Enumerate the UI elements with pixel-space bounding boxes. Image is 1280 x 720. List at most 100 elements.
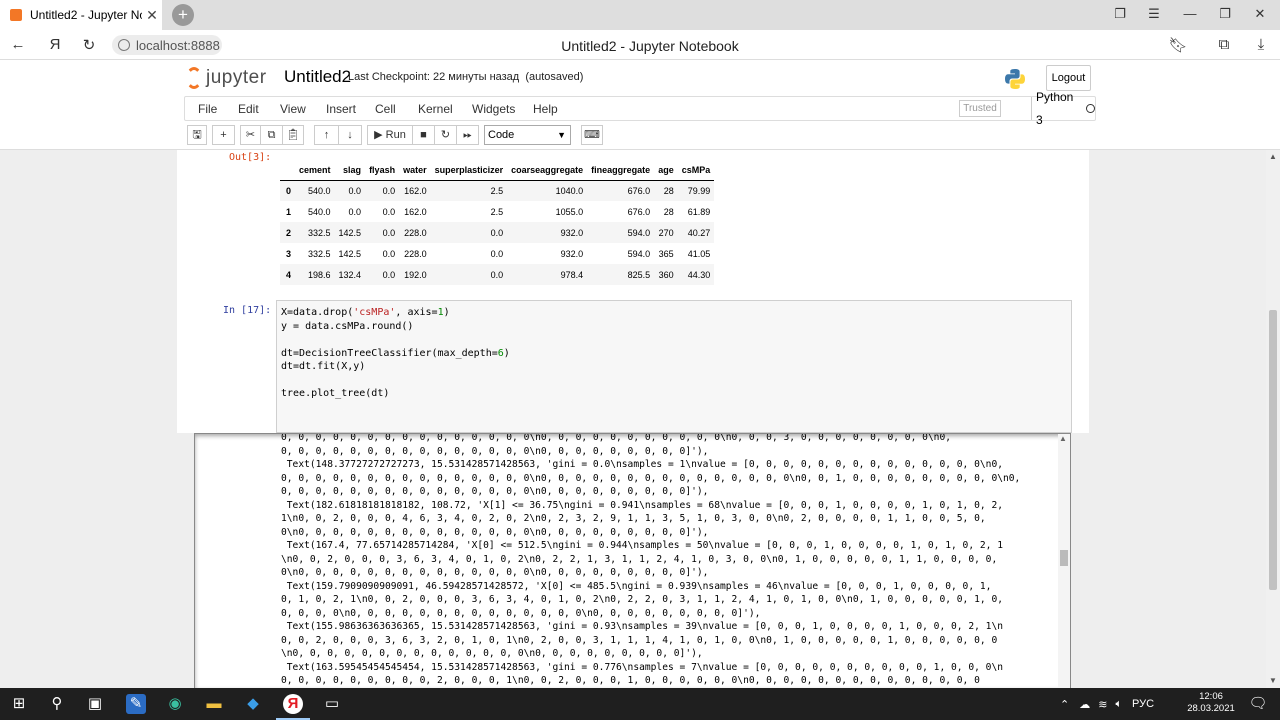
cut-icon[interactable]: ✂	[240, 125, 260, 145]
file-explorer-icon[interactable]: ▬	[204, 694, 224, 714]
trusted-indicator[interactable]: Trusted	[959, 100, 1001, 117]
restore-icon[interactable]: ❐	[1214, 6, 1236, 24]
output-line: 0, 0, 0, 0, 0, 0, 0, 0, 0, 2, 0, 0, 0, 1…	[281, 675, 980, 686]
task-view-icon[interactable]: ▣	[85, 694, 105, 714]
save-icon[interactable]: 🖫︎	[187, 125, 207, 145]
show-hidden-icons-icon[interactable]: ⌃	[1060, 698, 1069, 711]
terminal-icon[interactable]: ▭	[322, 694, 342, 714]
move-down-icon[interactable]: ↓	[338, 125, 362, 145]
table-cell: 594.0	[627, 227, 651, 238]
table-cell: 142.5	[338, 227, 362, 238]
table-cell: 360	[658, 269, 674, 280]
minimize-icon[interactable]: —	[1179, 6, 1201, 24]
table-cell: 162.0	[404, 185, 427, 196]
checkpoint-text: Last Checkpoint: 22 минуты назад	[348, 71, 520, 83]
code-string: 'csMPa'	[353, 307, 396, 318]
command-palette-icon[interactable]: ⌨	[581, 125, 603, 145]
browser-tab[interactable]: Untitled2 - Jupyter Not ✕	[0, 0, 162, 30]
output-line: Text(159.7909090909091, 46.5942857142857…	[281, 580, 992, 592]
insert-cell-button[interactable]: +	[212, 125, 235, 145]
column-header	[280, 160, 296, 181]
table-cell: 1055.0	[555, 206, 584, 217]
table-cell: 28	[663, 185, 674, 196]
output-scrollbar-thumb[interactable]	[1060, 550, 1068, 566]
menu-file[interactable]: File	[198, 102, 217, 116]
edge-icon[interactable]: ◉	[165, 694, 185, 714]
table-row: 3 332.5 142.5 0.0 228.0 0.0 932.0 594.0 365 41.05	[280, 243, 714, 264]
restart-icon[interactable]: ↻	[434, 125, 456, 145]
row-index: 2	[286, 227, 292, 238]
table-cell: 0.0	[348, 206, 362, 217]
table-cell: 594.0	[627, 248, 651, 259]
output-line: 0, 1, 0, 2, 1\n0, 0, 2, 0, 0, 0, 3, 6, 3…	[281, 594, 1003, 605]
menu-cell[interactable]: Cell	[375, 102, 396, 116]
vscode-icon[interactable]: ◆	[243, 694, 263, 714]
row-index: 0	[286, 185, 292, 196]
table-cell: 192.0	[404, 269, 427, 280]
collections-icon[interactable]: ⧉	[1214, 36, 1234, 54]
jupyter-favicon-icon	[10, 9, 22, 21]
jupyter-logo-icon	[186, 67, 202, 89]
menu-widgets[interactable]: Widgets	[472, 102, 515, 116]
notebook-name[interactable]: Untitled2	[284, 67, 351, 87]
yandex-browser-icon[interactable]: Я	[283, 694, 303, 714]
table-row: 1 540.0 0.0 0.0 162.0 2.5 1055.0 676.0 28 61.89	[280, 201, 714, 222]
output-line: \n0, 0, 0, 0, 0, 0, 0, 0, 0, 0, 0, 0, 0,…	[281, 648, 703, 659]
table-cell: 270	[658, 227, 674, 238]
paste-icon[interactable]: 📋︎	[282, 125, 304, 145]
page-scrollbar-thumb[interactable]	[1269, 310, 1277, 590]
table-cell: 332.5	[308, 227, 331, 238]
page-scrollbar[interactable]: ▲ ▼	[1266, 150, 1280, 688]
out-prompt: Out[3]:	[229, 152, 272, 163]
restart-run-all-icon[interactable]: ⏩︎	[456, 125, 479, 145]
scroll-up-icon[interactable]: ▲	[1269, 152, 1277, 161]
download-icon[interactable]: ⤓	[1251, 36, 1271, 54]
table-cell: 2.5	[490, 206, 504, 217]
menu-insert[interactable]: Insert	[326, 102, 356, 116]
table-cell: 0.0	[490, 227, 504, 238]
code-line: y = data.csMPa.round()	[281, 320, 414, 332]
menu-kernel[interactable]: Kernel	[418, 102, 453, 116]
clock[interactable]: 12:06 28.03.2021	[1186, 691, 1236, 715]
kernel-indicator[interactable]: Python 3	[1031, 90, 1095, 127]
jupyter-logo[interactable]: jupyter	[186, 66, 267, 90]
kernel-name: Python 3	[1036, 89, 1074, 127]
menu-view[interactable]: View	[280, 102, 306, 116]
cell-type-select[interactable]: Code ▼	[484, 125, 571, 145]
move-up-icon[interactable]: ↑	[314, 125, 338, 145]
notifications-icon[interactable]: 🗨︎	[1248, 694, 1268, 714]
window-close-icon[interactable]: ✕	[1249, 6, 1271, 24]
table-cell: 0.0	[382, 269, 396, 280]
menu-help[interactable]: Help	[533, 102, 558, 116]
network-icon[interactable]: ≋	[1098, 698, 1107, 711]
run-button[interactable]: ▶ Run	[367, 125, 412, 145]
code-number: 6	[497, 347, 504, 359]
search-icon[interactable]: ⚲	[47, 694, 67, 714]
notebook-area: Out[3]: cement slag flyash water superpl…	[0, 150, 1266, 688]
table-cell: 162.0	[404, 206, 427, 217]
output-scrollbar[interactable]: ▲	[1058, 434, 1070, 688]
output-scroll-area[interactable]: 0, 0, 0, 0, 0, 0, 0, 0, 0, 0, 0, 0, 0, 0…	[194, 433, 1071, 688]
language-indicator[interactable]: РУС	[1132, 698, 1154, 710]
jupyter-logo-text: jupyter	[206, 67, 267, 88]
tab-manager-icon[interactable]: ❐	[1109, 6, 1131, 24]
browser-menu-icon[interactable]: ☰	[1143, 6, 1165, 24]
table-cell: 932.0	[560, 227, 584, 238]
close-tab-icon[interactable]: ✕	[142, 7, 162, 24]
onedrive-icon[interactable]: ☁	[1079, 698, 1090, 711]
column-header: flyash	[365, 160, 400, 181]
interrupt-icon[interactable]: ■	[412, 125, 434, 145]
menu-edit[interactable]: Edit	[238, 102, 259, 116]
scroll-up-icon[interactable]: ▲	[1059, 434, 1067, 443]
windows-start-icon[interactable]: ⊞	[9, 694, 29, 714]
volume-icon[interactable]: 🔈︎	[1115, 698, 1122, 711]
copy-icon[interactable]: ⧉	[260, 125, 282, 145]
scroll-down-icon[interactable]: ▼	[1269, 676, 1277, 685]
bookmark-icon[interactable]: 🔖︎	[1168, 36, 1188, 54]
table-cell: 0.0	[382, 185, 396, 196]
whiteboard-icon[interactable]: ✎	[126, 694, 146, 714]
new-tab-button[interactable]: +	[172, 4, 194, 26]
code-cell-editor[interactable]: X=data.drop('csMPa', axis=1) y = data.csM…	[276, 300, 1072, 433]
system-tray: ⌃ ☁ ≋ 🔈︎ РУС	[1060, 688, 1154, 720]
